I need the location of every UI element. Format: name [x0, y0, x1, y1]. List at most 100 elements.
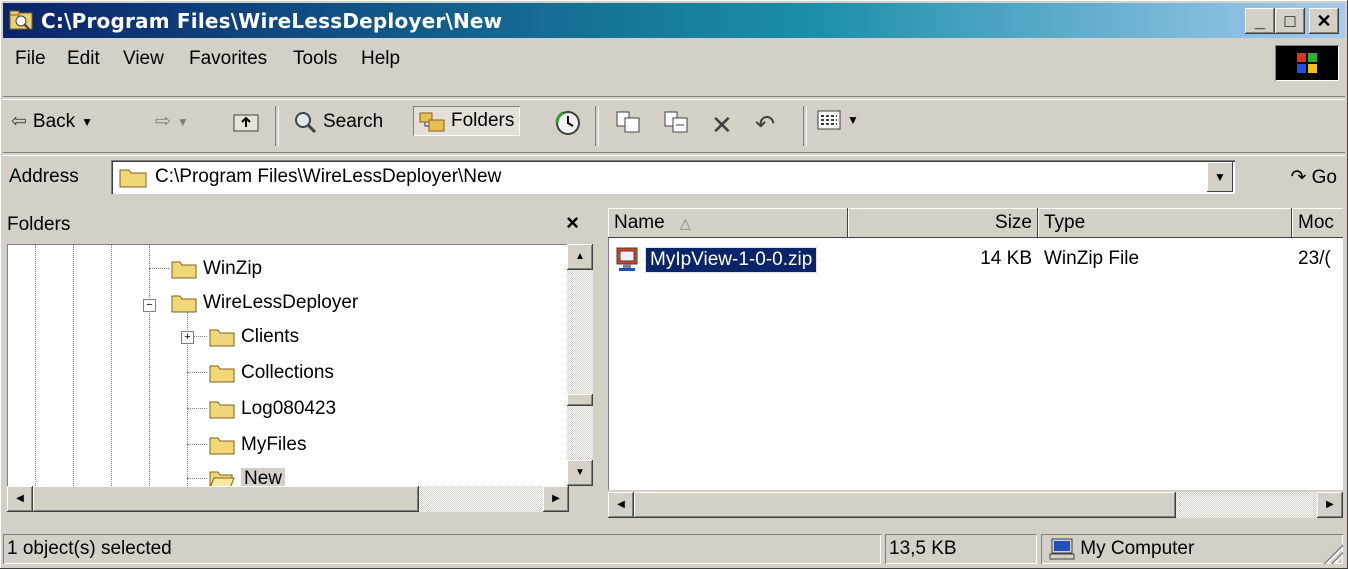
folder-icon [209, 401, 235, 419]
tree-node-log080423[interactable]: Log080423 [209, 394, 336, 424]
folder-tree[interactable]: WinZip − WireLessDeployer + Clients Coll… [7, 244, 569, 486]
toolbar-separator [275, 106, 279, 146]
scroll-thumb[interactable] [33, 486, 419, 512]
scroll-up-arrow-icon[interactable]: ▲ [567, 244, 593, 270]
column-label: Name [614, 212, 665, 233]
undo-icon: ↶ [755, 111, 776, 138]
tree-node-wirelessdeployer[interactable]: WireLessDeployer [171, 288, 358, 318]
column-header-type[interactable]: Type [1038, 208, 1292, 238]
folder-icon [119, 169, 147, 188]
scroll-thumb[interactable] [567, 394, 593, 406]
scroll-right-arrow-icon[interactable]: ▶ [1317, 492, 1343, 518]
tree-label: Log080423 [241, 398, 337, 419]
file-type: WinZip File [1044, 248, 1140, 269]
status-bar: 1 object(s) selected 13,5 KB My Computer [3, 532, 1345, 566]
go-button[interactable]: ↷ Go [1290, 166, 1337, 189]
status-size: 13,5 KB [885, 534, 1037, 564]
move-to-button[interactable] [615, 110, 641, 134]
menu-bar: File Edit View Favorites Tools Help [3, 42, 1345, 81]
address-input[interactable]: C:\Program Files\WireLessDeployer\New ▼ [111, 160, 1235, 194]
menu-view[interactable]: View [123, 48, 164, 70]
up-folder-icon [233, 114, 259, 132]
menu-edit[interactable]: Edit [67, 48, 100, 70]
folders-title: Folders [7, 214, 71, 235]
scroll-thumb[interactable] [634, 492, 1176, 518]
column-header-modified[interactable]: Moc [1292, 208, 1343, 238]
go-arrow-icon: ↷ [1290, 167, 1307, 188]
tree-label: Collections [241, 362, 334, 383]
history-button[interactable] [555, 110, 581, 136]
tree-node-new[interactable]: New [209, 464, 286, 486]
folder-icon [209, 437, 235, 455]
tree-node-collections[interactable]: Collections [209, 358, 334, 388]
folder-icon [171, 261, 197, 279]
up-folder-button[interactable] [233, 110, 259, 132]
folders-icon [419, 112, 445, 132]
expand-icon[interactable]: + [181, 331, 194, 344]
open-folder-icon [209, 471, 235, 486]
windows-logo-icon [1275, 45, 1339, 81]
scroll-right-arrow-icon[interactable]: ▶ [543, 486, 569, 512]
scroll-left-arrow-icon[interactable]: ◀ [7, 486, 33, 512]
go-label: Go [1311, 167, 1337, 188]
back-arrow-icon: ⇦ [11, 111, 27, 132]
column-label: Moc [1298, 212, 1334, 233]
resize-grip-icon[interactable] [1321, 542, 1343, 564]
folders-vertical-scrollbar[interactable]: ▲ ▼ [567, 244, 593, 486]
tree-label-selected: New [241, 468, 286, 486]
zone-label: My Computer [1080, 538, 1195, 559]
tree-node-clients[interactable]: Clients [209, 322, 299, 352]
copy-to-button[interactable] [663, 110, 689, 134]
forward-button[interactable]: ⇨ ▼ [155, 110, 189, 133]
address-value: C:\Program Files\WireLessDeployer\New [155, 166, 502, 187]
folders-horizontal-scrollbar[interactable]: ◀ ▶ [7, 486, 569, 512]
tree-label: WireLessDeployer [203, 292, 359, 313]
tree-node-winzip[interactable]: WinZip [171, 254, 262, 284]
file-list[interactable]: Name △ Size Type Moc MyIpView-1-0-0.zip [608, 208, 1343, 490]
standard-toolbar: ⇦ Back ▼ ⇨ ▼ Search Folders ✕ ↶ ▼ [3, 100, 1345, 152]
views-button[interactable]: ▼ [817, 110, 859, 130]
chevron-down-icon: ▼ [176, 114, 189, 129]
folders-button[interactable]: Folders [413, 106, 521, 136]
folders-pane: Folders × WinZip − WireLessDeployer + Cl… [3, 206, 597, 526]
window-title: C:\Program Files\WireLessDeployer\New [41, 9, 503, 33]
address-label: Address [9, 166, 79, 187]
menu-file[interactable]: File [15, 48, 46, 70]
move-to-icon [616, 111, 640, 133]
address-dropdown-button[interactable]: ▼ [1207, 162, 1233, 192]
status-selection: 1 object(s) selected [3, 534, 881, 564]
table-row[interactable]: MyIpView-1-0-0.zip 14 KB WinZip File 23/… [608, 244, 1343, 276]
column-label: Size [995, 212, 1032, 233]
column-header-name[interactable]: Name △ [608, 208, 848, 238]
scroll-left-arrow-icon[interactable]: ◀ [608, 492, 634, 518]
maximize-button[interactable]: □ [1275, 8, 1305, 34]
file-modified: 23/( [1298, 248, 1331, 269]
status-zone: My Computer [1041, 534, 1343, 564]
pane-splitter[interactable] [597, 206, 606, 526]
search-button[interactable]: Search [293, 110, 383, 134]
toolbar-separator [803, 106, 807, 146]
explorer-window: C:\Program Files\WireLessDeployer\New _ … [0, 0, 1348, 569]
menu-tools[interactable]: Tools [293, 48, 337, 70]
file-list-pane: Name △ Size Type Moc MyIpView-1-0-0.zip [606, 206, 1345, 526]
close-folders-button[interactable]: × [566, 210, 579, 236]
collapse-icon[interactable]: − [143, 299, 156, 312]
history-icon [555, 111, 580, 135]
scroll-down-arrow-icon[interactable]: ▼ [567, 460, 593, 486]
tree-node-myfiles[interactable]: MyFiles [209, 430, 306, 460]
menu-help[interactable]: Help [361, 48, 400, 70]
column-header-size[interactable]: Size [848, 208, 1038, 238]
chevron-down-icon: ▼ [81, 114, 94, 129]
search-icon [295, 112, 317, 134]
forward-arrow-icon: ⇨ [155, 111, 171, 132]
title-bar[interactable]: C:\Program Files\WireLessDeployer\New _ … [3, 3, 1345, 38]
menu-favorites[interactable]: Favorites [189, 48, 267, 70]
minimize-button[interactable]: _ [1245, 8, 1275, 34]
delete-button[interactable]: ✕ [711, 110, 733, 141]
winzip-file-icon [616, 247, 638, 271]
close-button[interactable]: ✕ [1309, 8, 1339, 34]
undo-button[interactable]: ↶ [755, 110, 775, 139]
files-horizontal-scrollbar[interactable]: ◀ ▶ [608, 492, 1343, 518]
back-button[interactable]: ⇦ Back ▼ [11, 110, 93, 133]
explorer-folder-icon [9, 10, 33, 30]
